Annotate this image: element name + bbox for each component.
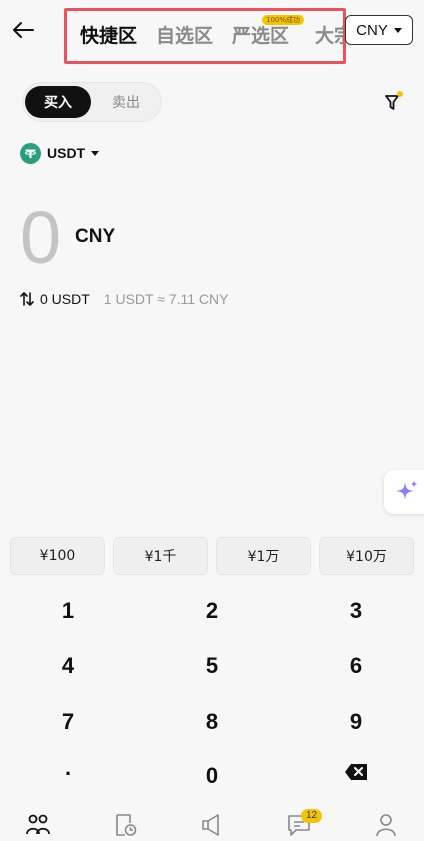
tab-favorites[interactable]: 自选区 [156, 21, 213, 48]
coin-label: USDT [47, 145, 86, 161]
quick-amount-100k[interactable]: ¥10万 [319, 537, 414, 575]
sparkle-icon [396, 480, 418, 500]
currency-label: CNY [356, 21, 388, 39]
caret-down-icon [91, 150, 100, 156]
nav-ads[interactable] [198, 811, 226, 839]
nav-profile[interactable] [372, 811, 400, 839]
key-3[interactable]: 3 [316, 591, 396, 631]
quick-amount-100[interactable]: ¥100 [10, 537, 105, 575]
back-button[interactable] [8, 14, 38, 46]
key-1[interactable]: 1 [28, 591, 108, 631]
ai-assistant-button[interactable] [384, 470, 424, 514]
quick-amount-1k[interactable]: ¥1千 [113, 537, 208, 575]
amount-unit: CNY [75, 226, 116, 247]
swap-icon[interactable] [20, 291, 34, 307]
currency-selector[interactable]: CNY [345, 15, 413, 45]
ads-icon [202, 814, 219, 836]
key-5[interactable]: 5 [172, 646, 252, 686]
orders-icon [116, 814, 137, 836]
coin-selector[interactable]: USDT [20, 142, 100, 164]
buy-tab[interactable]: 买入 [25, 86, 91, 118]
p2p-icon [26, 814, 50, 835]
key-decimal[interactable]: . [28, 748, 108, 788]
receive-amount: 0 USDT [40, 291, 90, 307]
quick-amount-10k[interactable]: ¥1万 [216, 537, 311, 575]
caret-down-icon [393, 27, 402, 33]
key-backspace[interactable] [316, 752, 396, 792]
arrow-left-icon [13, 22, 34, 38]
market-tabs: 快捷区 自选区 严选区 100%成功 大宗 [64, 8, 346, 64]
key-8[interactable]: 8 [172, 702, 252, 742]
tether-icon [20, 142, 41, 164]
profile-icon [376, 814, 396, 837]
conversion-row: 0 USDT 1 USDT ≈ 7.11 CNY [20, 291, 228, 307]
key-9[interactable]: 9 [316, 702, 396, 742]
filter-icon [385, 91, 403, 110]
tab-bulk[interactable]: 大宗 [315, 21, 343, 48]
bottom-nav [0, 803, 424, 841]
exchange-rate: 1 USDT ≈ 7.11 CNY [103, 291, 229, 307]
filter-button[interactable] [382, 90, 406, 114]
nav-p2p[interactable] [24, 811, 52, 839]
tab-quick[interactable]: 快捷区 [80, 21, 137, 48]
key-4[interactable]: 4 [28, 646, 108, 686]
tab-selected[interactable]: 严选区 [232, 21, 289, 48]
key-0[interactable]: 0 [172, 756, 252, 796]
nav-orders[interactable] [111, 811, 139, 839]
sell-tab[interactable]: 卖出 [93, 86, 159, 118]
backspace-icon [345, 764, 367, 780]
key-7[interactable]: 7 [28, 702, 108, 742]
chat-count-badge: 12 [301, 809, 323, 823]
success-badge: 100%成功 [262, 15, 305, 25]
key-6[interactable]: 6 [316, 646, 396, 686]
key-2[interactable]: 2 [172, 591, 252, 631]
buy-sell-toggle: 买入 卖出 [22, 82, 162, 122]
amount-input[interactable]: 0 [20, 196, 61, 280]
